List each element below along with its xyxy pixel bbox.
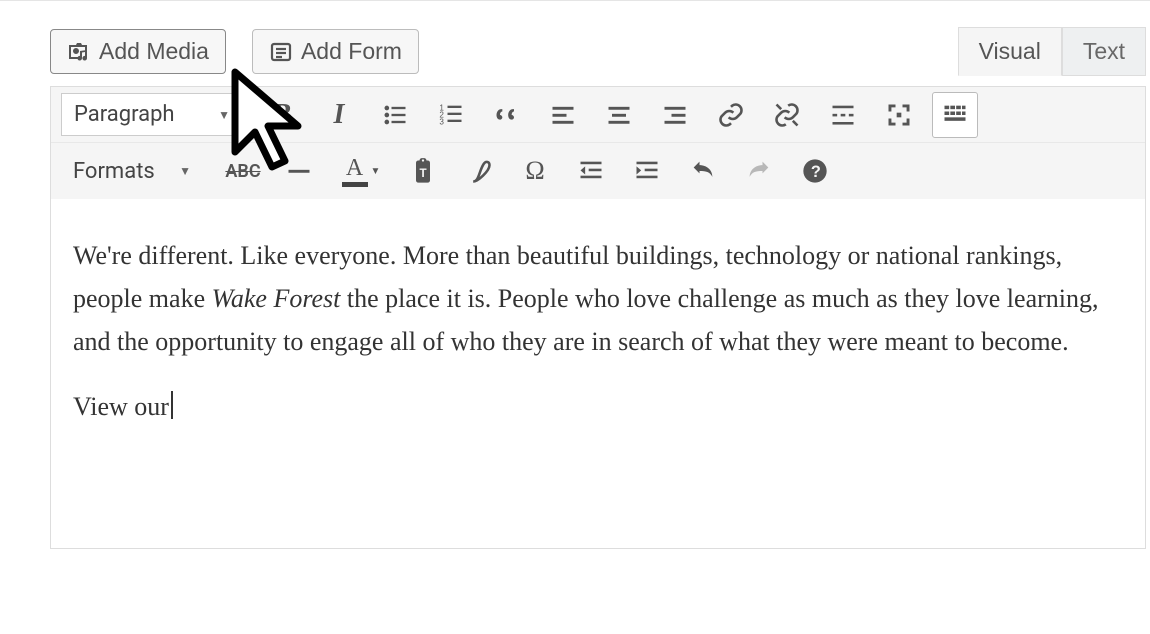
add-form-label: Add Form xyxy=(301,38,402,65)
toolbar-row-2: Formats ABC A ▼ T Ω xyxy=(51,143,1145,199)
add-media-label: Add Media xyxy=(99,38,209,65)
horizontal-rule-button[interactable] xyxy=(276,148,322,194)
numbered-list-button[interactable]: 123 xyxy=(428,92,474,138)
fullscreen-button[interactable] xyxy=(876,92,922,138)
unlink-button[interactable] xyxy=(764,92,810,138)
text-color-button[interactable]: A ▼ xyxy=(332,148,390,194)
undo-button[interactable] xyxy=(680,148,726,194)
italic-button[interactable]: I xyxy=(316,92,362,138)
form-icon xyxy=(269,40,293,64)
tab-text[interactable]: Text xyxy=(1062,27,1146,76)
editor-mode-tabs: Visual Text xyxy=(958,27,1146,76)
special-character-button[interactable]: Ω xyxy=(512,148,558,194)
read-more-button[interactable] xyxy=(820,92,866,138)
indent-button[interactable] xyxy=(624,148,670,194)
toolbar-toggle-button[interactable] xyxy=(932,92,978,138)
toolbar-row-1: Paragraph B I 123 xyxy=(51,87,1145,143)
tab-visual[interactable]: Visual xyxy=(958,27,1062,76)
camera-music-icon xyxy=(67,40,91,64)
strikethrough-button[interactable]: ABC xyxy=(220,148,266,194)
bulleted-list-button[interactable] xyxy=(372,92,418,138)
content-paragraph-1: We're different. Like everyone. More tha… xyxy=(73,235,1123,364)
outdent-button[interactable] xyxy=(568,148,614,194)
paste-text-button[interactable]: T xyxy=(400,148,446,194)
clear-formatting-button[interactable] xyxy=(456,148,502,194)
formats-dropdown[interactable]: Formats xyxy=(61,151,201,192)
text-caret xyxy=(171,391,173,419)
bold-button[interactable]: B xyxy=(260,92,306,138)
align-center-button[interactable] xyxy=(596,92,642,138)
link-button[interactable] xyxy=(708,92,754,138)
svg-text:T: T xyxy=(420,167,427,180)
editor-top-row: Add Media Add Form Visual Text xyxy=(50,27,1146,76)
help-button[interactable]: ? xyxy=(792,148,838,194)
align-right-button[interactable] xyxy=(652,92,698,138)
paragraph-dropdown[interactable]: Paragraph xyxy=(61,93,241,136)
add-media-button[interactable]: Add Media xyxy=(50,29,226,74)
align-left-button[interactable] xyxy=(540,92,586,138)
svg-text:3: 3 xyxy=(439,117,444,126)
editor-toolbar: Paragraph B I 123 xyxy=(50,86,1146,199)
add-form-button[interactable]: Add Form xyxy=(252,29,419,74)
svg-text:?: ? xyxy=(811,163,821,181)
redo-button[interactable] xyxy=(736,148,782,194)
content-paragraph-2: View our xyxy=(73,386,1123,429)
blockquote-button[interactable] xyxy=(484,92,530,138)
editor-content-area[interactable]: We're different. Like everyone. More tha… xyxy=(50,199,1146,549)
